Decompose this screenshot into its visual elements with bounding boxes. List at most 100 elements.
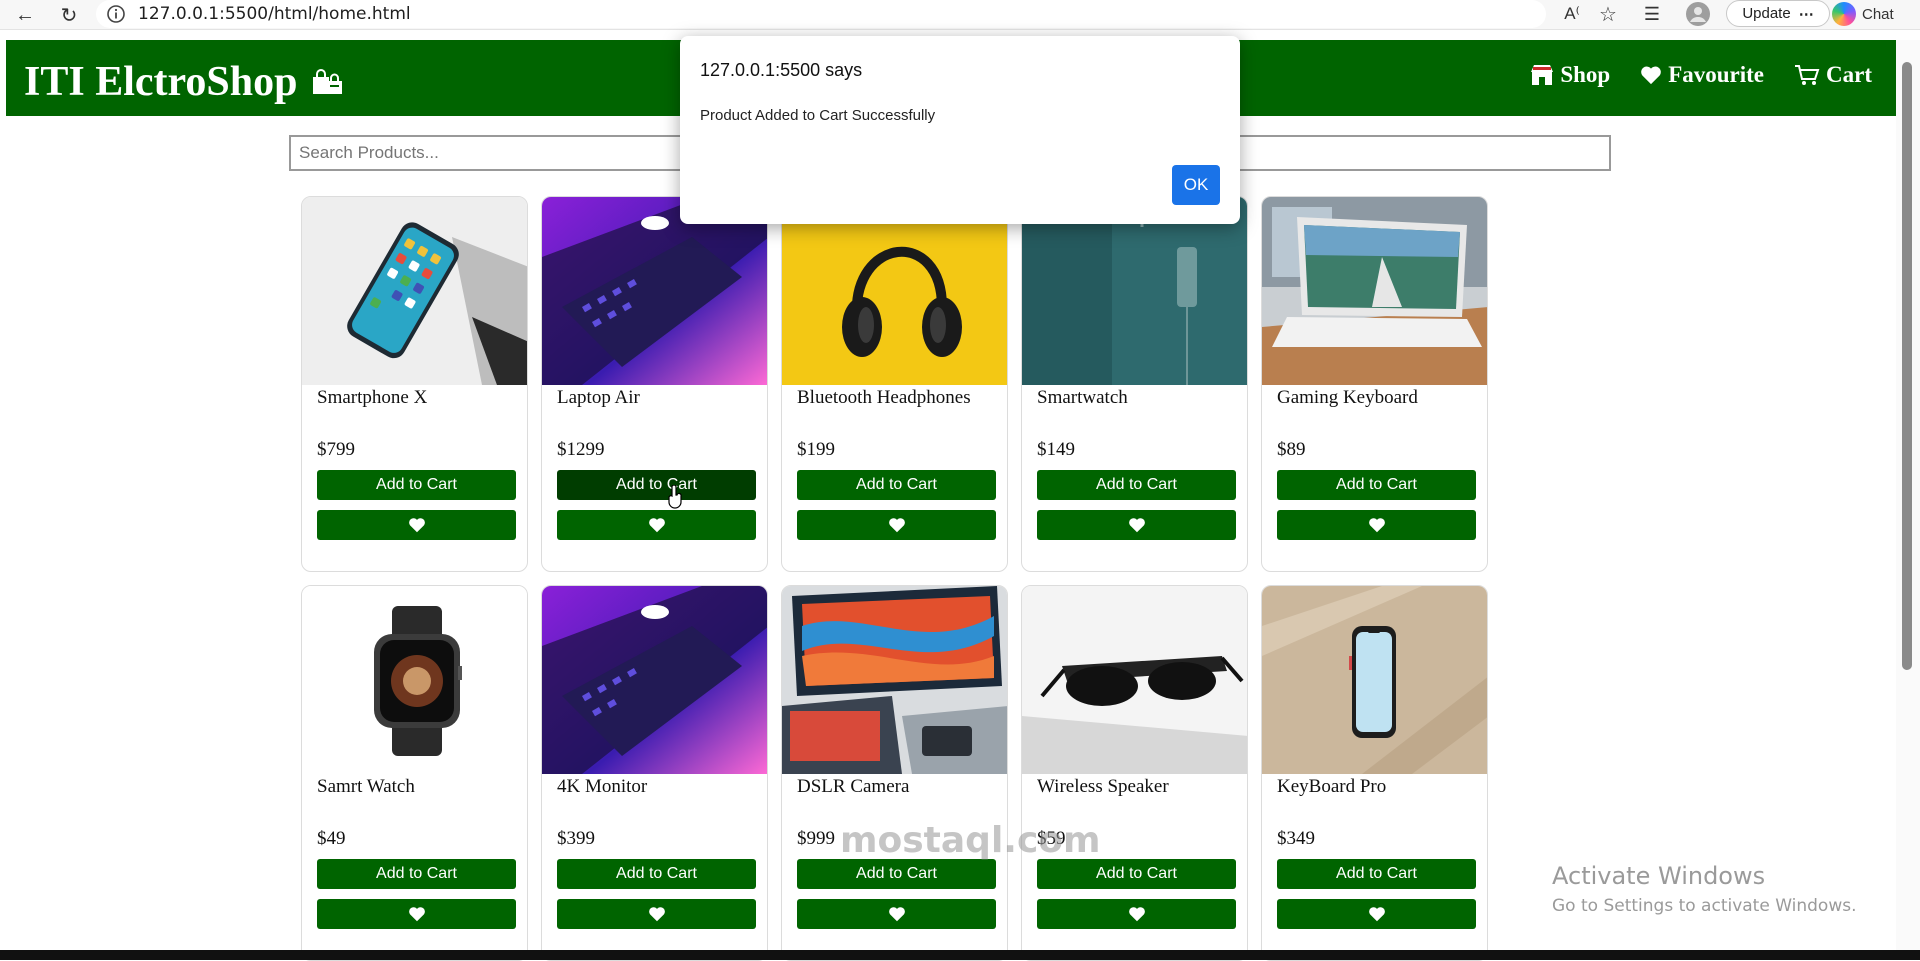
brand[interactable]: ITI ElctroShop bbox=[24, 58, 345, 106]
product-price: $49 bbox=[317, 828, 346, 849]
add-to-cart-button[interactable]: Add to Cart bbox=[1277, 470, 1476, 500]
heart-icon bbox=[888, 907, 905, 922]
favourite-button[interactable] bbox=[797, 510, 996, 540]
add-to-cart-button[interactable]: Add to Cart bbox=[1037, 470, 1236, 500]
nav-favourite-label: Favourite bbox=[1668, 62, 1765, 87]
shopping-bags-icon bbox=[313, 69, 343, 94]
heart-icon bbox=[1128, 907, 1145, 922]
product-name: Samrt Watch bbox=[317, 776, 415, 797]
hand-cursor-icon bbox=[668, 485, 682, 509]
product-name: Bluetooth Headphones bbox=[797, 387, 971, 408]
product-card: Smartwatch $149 Add to Cart bbox=[1021, 196, 1248, 572]
heart-icon bbox=[648, 907, 665, 922]
product-price: $149 bbox=[1037, 439, 1075, 460]
copilot-icon bbox=[1832, 2, 1856, 26]
favourite-button[interactable] bbox=[1277, 510, 1476, 540]
heart-icon bbox=[1128, 518, 1145, 533]
read-aloud-icon[interactable]: A⁽ bbox=[1560, 0, 1584, 28]
product-card: Samrt Watch $49 Add to Cart bbox=[301, 585, 528, 961]
product-image bbox=[782, 197, 1007, 385]
product-image bbox=[1022, 197, 1247, 385]
more-icon: ⋯ bbox=[1798, 5, 1814, 23]
heart-icon bbox=[888, 518, 905, 533]
watermark-subtitle: Go to Settings to activate Windows. bbox=[1552, 896, 1857, 916]
nav-shop[interactable]: Shop bbox=[1530, 62, 1610, 88]
favourite-button[interactable] bbox=[1037, 899, 1236, 929]
update-button[interactable]: Update ⋯ bbox=[1726, 0, 1830, 27]
product-card: KeyBoard Pro $349 Add to Cart bbox=[1261, 585, 1488, 961]
update-label: Update bbox=[1742, 5, 1791, 22]
product-name: KeyBoard Pro bbox=[1277, 776, 1387, 797]
brand-title: ITI ElctroShop bbox=[24, 59, 298, 105]
product-image bbox=[782, 586, 1007, 774]
add-to-cart-button[interactable]: Add to Cart bbox=[317, 859, 516, 889]
product-name: Laptop Air bbox=[557, 387, 640, 408]
cart-icon bbox=[1795, 65, 1820, 85]
product-price: $89 bbox=[1277, 439, 1306, 460]
product-card: DSLR Camera $999 Add to Cart bbox=[781, 585, 1008, 961]
favourite-button[interactable] bbox=[1277, 899, 1476, 929]
favourite-button[interactable] bbox=[1037, 510, 1236, 540]
scrollbar-thumb[interactable] bbox=[1902, 62, 1912, 670]
add-to-cart-button[interactable]: Add to Cart bbox=[797, 470, 996, 500]
info-icon[interactable] bbox=[106, 4, 126, 24]
product-image bbox=[542, 586, 767, 774]
product-price: $199 bbox=[797, 439, 835, 460]
product-name: Smartwatch bbox=[1037, 387, 1128, 408]
nav-cart[interactable]: Cart bbox=[1794, 62, 1872, 88]
url-text[interactable]: 127.0.0.1:5500/html/home.html bbox=[138, 4, 411, 24]
product-price: $999 bbox=[797, 828, 835, 849]
product-image bbox=[302, 586, 527, 774]
address-bar[interactable]: 127.0.0.1:5500/html/home.html bbox=[96, 0, 1546, 28]
favorite-star-icon[interactable]: ☆ bbox=[1596, 0, 1620, 28]
ok-button[interactable]: OK bbox=[1172, 165, 1220, 205]
product-name: Smartphone X bbox=[317, 387, 428, 408]
heart-icon bbox=[1368, 907, 1385, 922]
watermark-title: Activate Windows bbox=[1552, 862, 1766, 890]
back-icon[interactable]: ← bbox=[12, 2, 38, 28]
reload-icon[interactable]: ↻ bbox=[56, 2, 82, 28]
product-card: Wireless Speaker $59 Add to Cart bbox=[1021, 585, 1248, 961]
add-to-cart-button[interactable]: Add to Cart bbox=[1277, 859, 1476, 889]
add-to-cart-button[interactable]: Add to Cart bbox=[797, 859, 996, 889]
taskbar-edge bbox=[0, 950, 1920, 960]
product-name: DSLR Camera bbox=[797, 776, 910, 797]
product-name: Gaming Keyboard bbox=[1277, 387, 1418, 408]
add-to-cart-button[interactable]: Add to Cart bbox=[557, 859, 756, 889]
add-to-cart-button[interactable]: Add to Cart bbox=[1037, 859, 1236, 889]
product-image bbox=[1262, 197, 1487, 385]
product-image bbox=[1022, 586, 1247, 774]
copilot-chat-button[interactable]: Chat bbox=[1832, 0, 1894, 28]
nav-shop-label: Shop bbox=[1560, 62, 1611, 87]
add-to-cart-button[interactable]: Add to Cart bbox=[557, 470, 756, 500]
heart-icon bbox=[408, 518, 425, 533]
product-card: 4K Monitor $399 Add to Cart bbox=[541, 585, 768, 961]
product-price: $399 bbox=[557, 828, 595, 849]
browser-toolbar: ← ↻ 127.0.0.1:5500/html/home.html A⁽ ☆ ☰… bbox=[0, 0, 1920, 30]
windows-activation-watermark: Activate Windows Go to Settings to activ… bbox=[1552, 862, 1857, 916]
favourite-button[interactable] bbox=[317, 899, 516, 929]
nav-favourite[interactable]: Favourite bbox=[1640, 62, 1764, 88]
favorites-list-icon[interactable]: ☰ bbox=[1640, 0, 1664, 28]
main-nav: Shop Favourite Cart bbox=[1530, 62, 1872, 88]
chat-label: Chat bbox=[1862, 5, 1894, 23]
heart-icon bbox=[1368, 518, 1385, 533]
product-price: $799 bbox=[317, 439, 355, 460]
product-name: 4K Monitor bbox=[557, 776, 648, 797]
favourite-button[interactable] bbox=[797, 899, 996, 929]
favourite-button[interactable] bbox=[317, 510, 516, 540]
heart-icon bbox=[1641, 66, 1662, 85]
product-image bbox=[1262, 586, 1487, 774]
store-icon bbox=[1531, 65, 1554, 85]
product-card: Smartphone X $799 Add to Cart bbox=[301, 196, 528, 572]
add-to-cart-button[interactable]: Add to Cart bbox=[317, 470, 516, 500]
product-name: Wireless Speaker bbox=[1037, 776, 1169, 797]
product-image bbox=[542, 197, 767, 385]
product-card: Gaming Keyboard $89 Add to Cart bbox=[1261, 196, 1488, 572]
favourite-button[interactable] bbox=[557, 899, 756, 929]
mostaql-watermark: mostaql.com bbox=[840, 820, 1101, 861]
profile-avatar[interactable] bbox=[1684, 0, 1712, 28]
alert-dialog: 127.0.0.1:5500 says Product Added to Car… bbox=[680, 36, 1240, 224]
heart-icon bbox=[648, 518, 665, 533]
favourite-button[interactable] bbox=[557, 510, 756, 540]
